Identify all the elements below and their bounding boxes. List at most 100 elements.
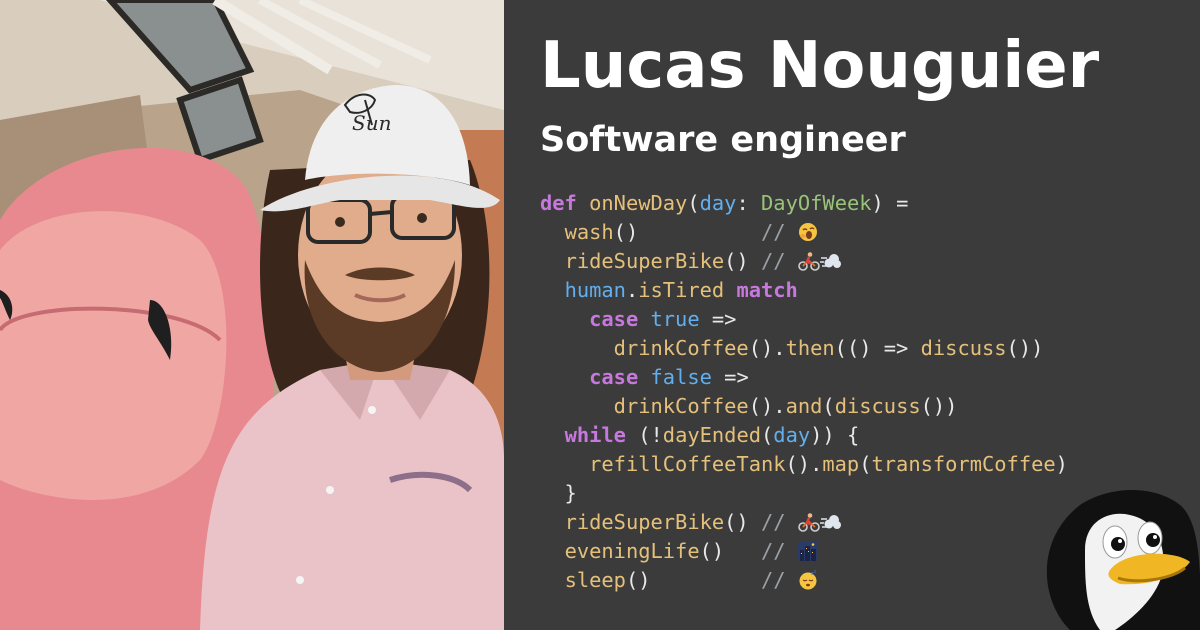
code-token: DayOfWeek <box>761 191 872 215</box>
code-token: (). <box>748 394 786 418</box>
code-token: isTired <box>638 278 725 302</box>
code-token: ()) <box>920 394 958 418</box>
code-token: ) = <box>871 191 909 215</box>
night-city-icon <box>797 539 818 563</box>
cyclist-icon <box>798 249 820 273</box>
code-token: dayEnded <box>662 423 762 447</box>
code-token: wash <box>564 220 614 244</box>
code-line: wash() // <box>540 218 1068 247</box>
code-token: false <box>650 365 712 389</box>
dash-icon <box>819 249 842 273</box>
code-token: human <box>564 278 626 302</box>
code-token: def <box>540 191 577 215</box>
code-token: ) <box>1055 452 1068 476</box>
code-token: case <box>589 365 639 389</box>
code-token: drinkCoffee <box>613 336 749 360</box>
code-line: eveningLife() // <box>540 537 1068 566</box>
code-token: ( <box>859 452 872 476</box>
code-token: rideSuperBike <box>564 510 725 534</box>
code-token: and <box>785 394 823 418</box>
code-token: match <box>736 278 798 302</box>
code-line: } <box>540 479 1068 508</box>
code-token: // <box>761 568 798 592</box>
cyclist-icon <box>798 510 820 534</box>
code-token: } <box>540 481 577 505</box>
code-token: () <box>724 249 749 273</box>
code-line: sleep() // zz <box>540 566 1068 595</box>
code-token: discuss <box>920 336 1007 360</box>
code-token: drinkCoffee <box>613 394 749 418</box>
code-token: . <box>625 278 639 302</box>
code-token: => <box>699 307 737 331</box>
code-token: ()) <box>1006 336 1044 360</box>
profile-photo: Sun <box>0 0 504 630</box>
svg-text:z: z <box>814 570 816 574</box>
code-token: rideSuperBike <box>564 249 725 273</box>
code-line: rideSuperBike() // <box>540 247 1068 276</box>
code-token: ( <box>687 191 700 215</box>
code-token: sleep <box>564 568 626 592</box>
code-line: refillCoffeeTank().map(transformCoffee) <box>540 450 1068 479</box>
code-token: // <box>761 220 798 244</box>
code-token: ( <box>761 423 774 447</box>
yawn-icon <box>798 220 818 244</box>
code-token: : <box>736 191 762 215</box>
person-name: Lucas Nouguier <box>540 29 1100 103</box>
code-token: // <box>761 539 798 563</box>
code-token: while <box>564 423 626 447</box>
code-token: )) { <box>810 423 860 447</box>
sleeping-face-icon: zz <box>798 568 818 592</box>
code-line: rideSuperBike() // <box>540 508 1068 537</box>
code-snippet: def onNewDay(day: DayOfWeek) = wash() //… <box>540 189 1068 595</box>
code-token: day <box>699 191 737 215</box>
dash-icon <box>819 510 842 534</box>
code-token: // <box>761 510 798 534</box>
code-token: transformCoffee <box>871 452 1056 476</box>
code-token: day <box>773 423 811 447</box>
code-token: // <box>761 249 798 273</box>
code-token: () <box>613 220 639 244</box>
code-token: () <box>699 539 725 563</box>
code-token: then <box>785 336 835 360</box>
code-line: human.isTired match <box>540 276 1068 305</box>
code-line: case false => <box>540 363 1068 392</box>
penguin-icon <box>1040 480 1200 630</box>
code-token: eveningLife <box>564 539 700 563</box>
job-title: Software engineer <box>540 120 906 160</box>
code-token: discuss <box>834 394 921 418</box>
code-line: case true => <box>540 305 1068 334</box>
code-token: ( <box>822 394 835 418</box>
code-token: () <box>625 568 651 592</box>
code-token: () <box>724 510 749 534</box>
code-token: (! <box>625 423 663 447</box>
code-token: (() => <box>834 336 921 360</box>
code-line: while (!dayEnded(day)) { <box>540 421 1068 450</box>
code-token: true <box>650 307 700 331</box>
code-line: drinkCoffee().and(discuss()) <box>540 392 1068 421</box>
code-line: drinkCoffee().then(() => discuss()) <box>540 334 1068 363</box>
code-token: => <box>711 365 749 389</box>
code-token: (). <box>748 336 786 360</box>
info-panel: Lucas Nouguier Software engineer def onN… <box>504 0 1200 630</box>
code-token: map <box>822 452 860 476</box>
